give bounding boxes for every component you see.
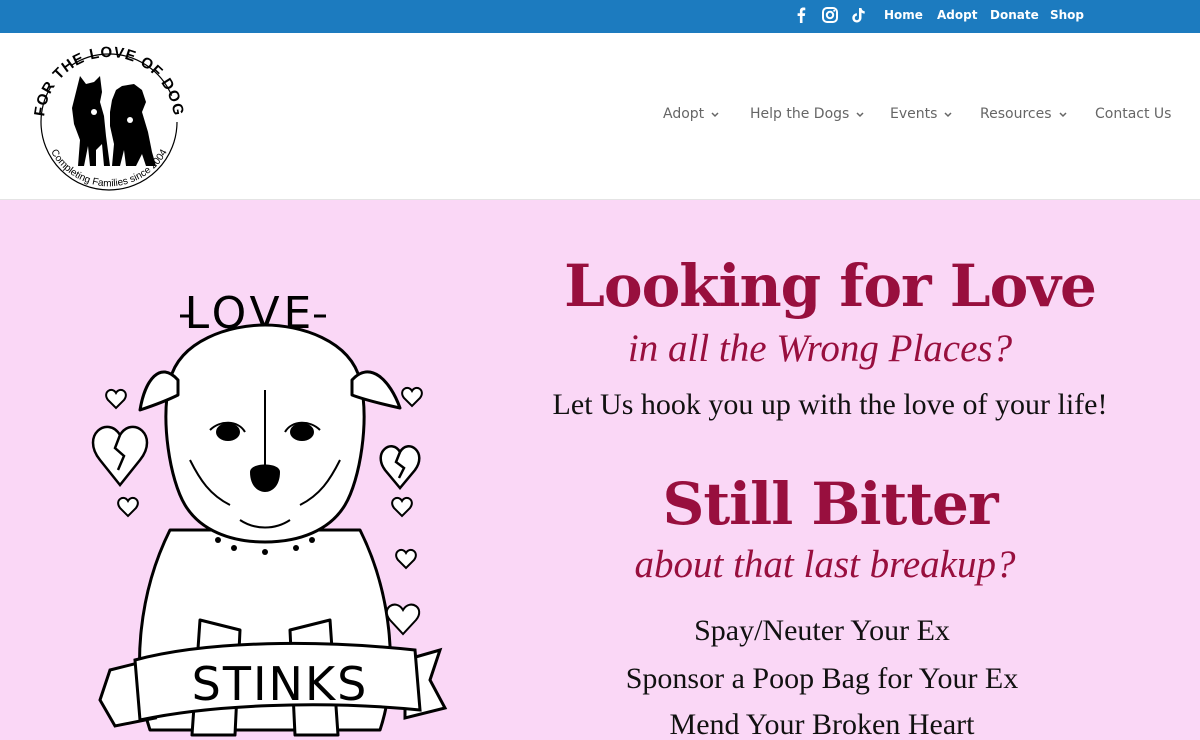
link-spay-neuter-your-ex[interactable]: Spay/Neuter Your Ex	[502, 614, 1142, 648]
nav-contact-us[interactable]: Contact Us	[1095, 106, 1171, 122]
subheading-last-breakup: about that last breakup?	[634, 543, 1016, 586]
instagram-icon[interactable]	[821, 6, 839, 24]
site-logo[interactable]: FOR THE LOVE OF DOG Completing Families …	[30, 40, 188, 195]
chevron-down-icon	[1058, 112, 1067, 118]
tiktok-icon[interactable]	[849, 6, 867, 24]
logo-arc-text: FOR THE LOVE OF DOG	[31, 44, 187, 118]
heading-looking-for-love: Looking for Love	[564, 252, 1097, 320]
broken-heart-icon	[91, 425, 149, 488]
topbar-link-donate[interactable]: Donate	[990, 8, 1039, 22]
illustration-banner-word: STINKS	[192, 657, 369, 711]
topbar-link-shop[interactable]: Shop	[1050, 8, 1084, 22]
subheading-wrong-places: in all the Wrong Places?	[627, 327, 1013, 370]
chevron-down-icon	[856, 112, 864, 118]
topbar-link-adopt[interactable]: Adopt	[937, 8, 977, 22]
nav-help-the-dogs[interactable]: Help the Dogs	[750, 106, 864, 122]
nav-events-label: Events	[890, 106, 938, 122]
nav-resources-label: Resources	[980, 106, 1052, 122]
nav-adopt-label: Adopt	[663, 106, 705, 122]
love-stinks-illustration: LOVE STINKS	[91, 288, 448, 737]
nav-contact-us-label: Contact Us	[1095, 106, 1172, 122]
tagline-hook-you-up: Let Us hook you up with the love of your…	[552, 388, 1108, 421]
nav-resources[interactable]: Resources	[980, 106, 1067, 122]
top-bar: Home Adopt Donate Shop	[0, 0, 1200, 33]
site-header: FOR THE LOVE OF DOG Completing Families …	[0, 33, 1200, 200]
nav-adopt[interactable]: Adopt	[663, 106, 719, 122]
heading-still-bitter: Still Bitter	[662, 470, 998, 538]
chevron-down-icon	[944, 112, 952, 118]
link-sponsor-poop-bag[interactable]: Sponsor a Poop Bag for Your Ex	[502, 662, 1142, 696]
broken-heart-icon	[379, 445, 421, 490]
facebook-icon[interactable]	[792, 6, 810, 24]
link-mend-broken-heart[interactable]: Mend Your Broken Heart	[502, 708, 1142, 740]
topbar-link-home[interactable]: Home	[884, 8, 923, 22]
nav-events[interactable]: Events	[890, 106, 952, 122]
dog-silhouettes-icon	[72, 76, 156, 166]
nav-help-the-dogs-label: Help the Dogs	[750, 106, 850, 122]
chevron-down-icon	[711, 112, 719, 118]
hero-section: LOVE STINKS Looking for Love in all the …	[0, 200, 1200, 740]
